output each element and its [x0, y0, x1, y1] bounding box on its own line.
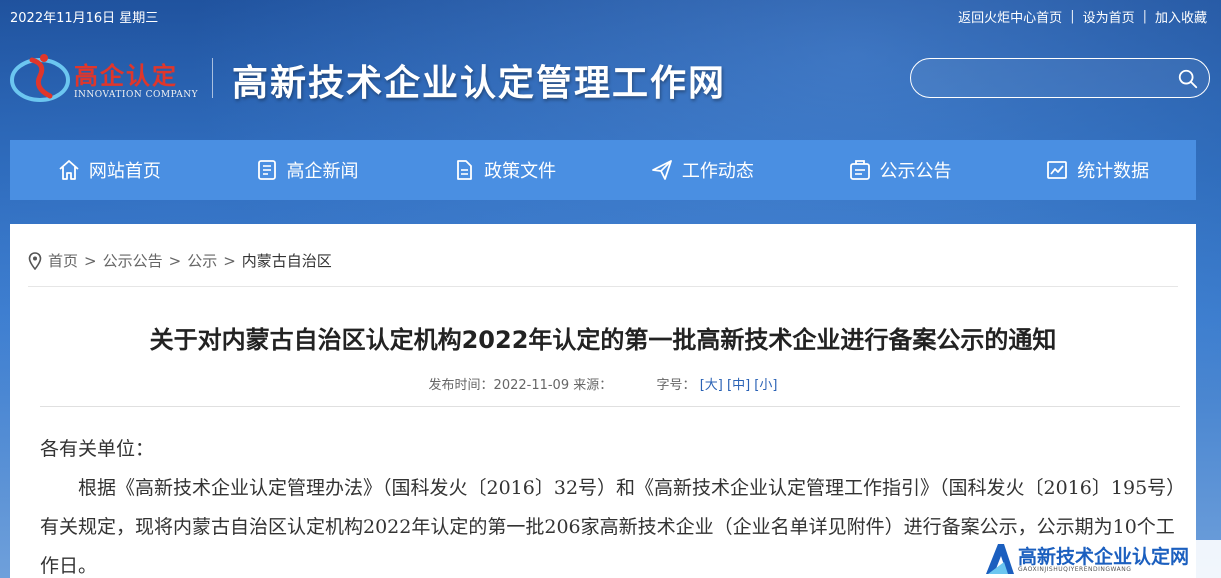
source-label: 来源： [573, 378, 613, 393]
nav-label: 网站首页 [88, 161, 161, 182]
header-divider [212, 58, 213, 98]
link-separator: | [1070, 9, 1075, 24]
nav-item-work-updates[interactable]: 工作动态 [603, 140, 801, 200]
breadcrumb-home[interactable]: 首页 [48, 250, 78, 271]
current-date: 2022年11月16日 星期三 [10, 11, 159, 26]
nav-label: 工作动态 [681, 161, 754, 182]
watermark-subtext: GAOXINJISHUQIYERENDINGWANG [1018, 566, 1132, 573]
font-size-small-link[interactable]: [小] [754, 378, 777, 393]
news-icon [257, 160, 276, 180]
publish-time-label: 发布时间： [428, 378, 494, 393]
logo-mark-icon [10, 54, 70, 102]
set-homepage-link[interactable]: 设为首页 [1083, 7, 1135, 26]
article-salutation: 各有关单位： [40, 438, 155, 460]
nav-item-policy[interactable]: 政策文件 [405, 140, 603, 200]
search-icon[interactable] [1177, 68, 1199, 90]
search-input[interactable] [927, 67, 1167, 91]
nav-item-home[interactable]: 网站首页 [10, 140, 208, 200]
nav-item-notices[interactable]: 公示公告 [801, 140, 999, 200]
location-pin-icon [28, 251, 42, 270]
article-meta: 发布时间：2022-11-09 来源： 字号： [大] [中] [小] [10, 374, 1196, 393]
font-size-medium-link[interactable]: [中] [727, 378, 750, 393]
top-bar: 2022年11月16日 星期三 返回火炬中心首页 | 设为首页 | 加入收藏 [0, 0, 1221, 30]
notice-icon [849, 160, 870, 180]
logo-subtitle: INNOVATION COMPANY [74, 90, 199, 100]
watermark: 高新技术企业认定网 GAOXINJISHUQIYERENDINGWANG [978, 540, 1221, 578]
add-favorite-link[interactable]: 加入收藏 [1155, 7, 1207, 26]
nav-label: 公示公告 [879, 161, 952, 182]
search-box [910, 58, 1210, 98]
breadcrumb-divider [28, 286, 1178, 287]
content-panel: 首页 > 公示公告 > 公示 > 内蒙古自治区 关于对内蒙古自治区认定机构202… [10, 224, 1196, 578]
top-links: 返回火炬中心首页 | 设为首页 | 加入收藏 [958, 7, 1207, 26]
link-separator: | [1142, 9, 1147, 24]
publish-date: 2022-11-09 [493, 378, 570, 393]
breadcrumb-publicity[interactable]: 公示 [187, 250, 217, 271]
site-title: 高新技术企业认定管理工作网 [232, 63, 727, 104]
article-title: 关于对内蒙古自治区认定机构2022年认定的第一批高新技术企业进行备案公示的通知 [149, 326, 1057, 354]
font-size-large-link[interactable]: [大] [700, 378, 723, 393]
site-logo[interactable]: 高企认定 INNOVATION COMPANY [10, 46, 200, 108]
nav-label: 政策文件 [484, 161, 557, 182]
breadcrumb-current[interactable]: 内蒙古自治区 [242, 250, 332, 271]
send-icon [651, 160, 672, 180]
nav-label: 高企新闻 [286, 161, 359, 182]
breadcrumb-separator: > [84, 251, 97, 270]
meta-divider [40, 406, 1180, 407]
breadcrumb-separator: > [168, 251, 182, 270]
nav-item-news[interactable]: 高企新闻 [208, 140, 406, 200]
breadcrumb-separator: > [223, 251, 236, 270]
breadcrumb-notices[interactable]: 公示公告 [103, 250, 163, 271]
watermark-logo-icon [986, 544, 1014, 574]
site-header: 高企认定 INNOVATION COMPANY 高新技术企业认定管理工作网 [0, 40, 1221, 120]
document-icon [457, 160, 473, 180]
breadcrumb: 首页 > 公示公告 > 公示 > 内蒙古自治区 [28, 250, 332, 271]
logo-text: 高企认定 [74, 62, 178, 90]
chart-icon [1047, 161, 1068, 179]
nav-label: 统计数据 [1077, 161, 1150, 182]
home-icon [59, 160, 79, 180]
font-size-label: 字号： [656, 378, 696, 393]
return-torch-center-link[interactable]: 返回火炬中心首页 [958, 7, 1062, 26]
nav-item-statistics[interactable]: 统计数据 [998, 140, 1196, 200]
main-nav: 网站首页 高企新闻 政策文件 工作动态 公示公告 统计数据 [10, 140, 1196, 200]
watermark-text: 高新技术企业认定网 [1018, 546, 1190, 568]
